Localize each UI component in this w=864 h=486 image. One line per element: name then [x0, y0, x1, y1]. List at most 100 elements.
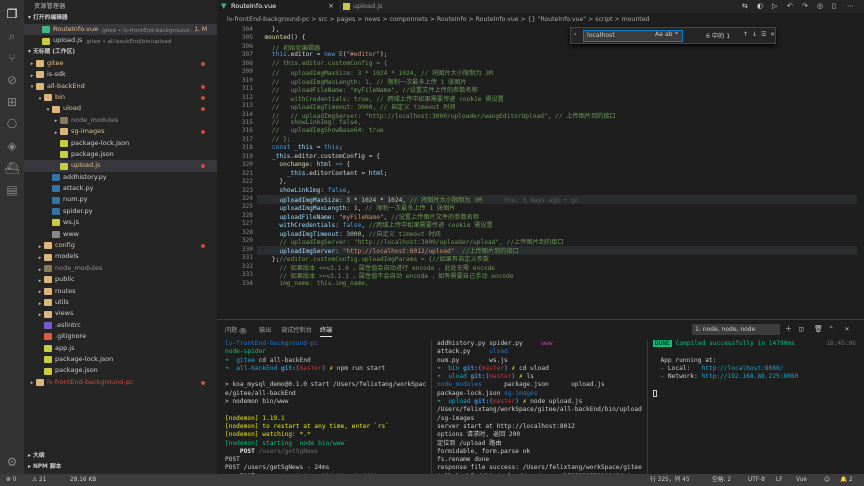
arrow-down-icon[interactable]: ↓ [752, 31, 757, 38]
arrow-up-icon[interactable]: ↑ [743, 31, 748, 38]
terminal-pane-3[interactable]: DONE Compiled successfully in 14790ms 18:… [653, 340, 858, 474]
tree-item[interactable]: ▸ gitee [24, 58, 217, 69]
tab-terminal[interactable]: 终端 [320, 325, 333, 337]
tree-item[interactable]: RouteInfo.vue gitee • lv-frontEnd-backgro… [24, 24, 217, 36]
code-line[interactable]: // this.editor.customConfig = { [257, 60, 388, 67]
run-icon[interactable]: ▷ [772, 0, 777, 13]
tab-output[interactable]: 输出 [259, 325, 271, 334]
tree-item[interactable]: upload.js gitee • all-backEnd/bin/upload [24, 35, 217, 46]
tree-item[interactable]: package.json [24, 365, 217, 376]
close-icon[interactable]: × [328, 0, 334, 13]
code-line[interactable]: }, [257, 26, 279, 33]
extensions-icon[interactable]: ⊞ [4, 94, 20, 110]
code-line[interactable]: onchange: html => { [257, 161, 350, 168]
tree-item[interactable]: .gitignore [24, 331, 217, 342]
cursor-position[interactable]: 行 325，列 45 [650, 474, 690, 486]
encoding[interactable]: UTF-8 [748, 474, 765, 486]
tree-item[interactable]: ▸ sg-images [24, 126, 217, 137]
tree-item[interactable]: ws.js [24, 217, 217, 228]
go-forward-icon[interactable]: ↷ [802, 0, 808, 13]
breadcrumb[interactable]: lv-frontEnd-background-pc > src > pages … [217, 13, 864, 26]
network-url[interactable]: http://192.168.88.225:8080 [701, 373, 798, 380]
feedback-icon[interactable]: ☺ [824, 474, 830, 486]
tree-item[interactable]: ▾ uload [24, 103, 217, 114]
database-icon[interactable]: ▤ [4, 182, 20, 198]
tree-item[interactable]: ▸ routes [24, 286, 217, 297]
tree-item[interactable]: spider.py [24, 206, 217, 217]
tree-item[interactable]: addhistory.py [24, 172, 217, 183]
selection-icon[interactable]: ☰ [761, 31, 766, 38]
line-ending[interactable]: LF [776, 474, 783, 486]
pane-divider[interactable] [647, 340, 648, 474]
remote-icon[interactable]: ⎔ [4, 116, 20, 132]
debug-icon[interactable]: ⊘ [4, 72, 20, 88]
open-changes-icon[interactable]: ◐ [757, 0, 763, 13]
code-line[interactable]: // showLinkImg: false, [257, 119, 361, 126]
split-editor-icon[interactable]: ▯ [832, 0, 836, 13]
trash-icon[interactable]: 🗑 [814, 323, 823, 336]
close-icon[interactable]: × [845, 323, 849, 336]
code-line[interactable]: }, [257, 178, 286, 185]
compare-icon[interactable]: ⇆ [742, 0, 748, 13]
add-terminal-icon[interactable]: ＋ [785, 323, 792, 336]
errors-count[interactable]: ⊗ 0 [6, 474, 16, 486]
chevron-right-icon[interactable]: › [574, 31, 576, 38]
tree-item[interactable]: num.py [24, 194, 217, 205]
search-icon[interactable]: ⌕ [4, 28, 20, 44]
tab-problems[interactable]: 问题 1 [225, 325, 247, 334]
terminal-pane-2[interactable]: addhistory.py spider.py www attack.py ulo… [437, 340, 645, 474]
tree-item[interactable]: ▸ utils [24, 297, 217, 308]
code-line[interactable]: img_name: this.img_name, [257, 280, 368, 287]
tab-debug-console[interactable]: 调试控制台 [281, 325, 312, 334]
tree-item[interactable]: package-lock.json [24, 138, 217, 149]
maximize-icon[interactable]: ⌃ [829, 323, 833, 336]
tree-item[interactable]: ▾ bin [24, 92, 217, 103]
tree-item[interactable]: app.js [24, 343, 217, 354]
code-line[interactable]: this.editor = new E("#editor"); [257, 51, 388, 58]
terminal-select[interactable]: 1: node, node, node [692, 324, 780, 335]
terminal-pane-1[interactable]: lv-frontEnd-background-pc node-spider ➜ gi… [225, 340, 429, 474]
code-editor[interactable]: 304 }, 305 mounted() {306 // 初始化编辑器 307 th… [217, 26, 864, 319]
language-mode[interactable]: Vue [796, 474, 807, 486]
code-line[interactable]: _this.editorContent = html; [257, 170, 388, 177]
code-line[interactable]: // }; [257, 136, 291, 143]
match-case-icon[interactable]: Aa [655, 31, 663, 38]
tree-item[interactable]: ▾ all-backEnd [24, 81, 217, 92]
close-icon[interactable]: × [770, 31, 775, 38]
tree-item[interactable]: ▸ node_modules [24, 115, 217, 126]
code-line[interactable]: // uploadImgShowBase64: true [257, 127, 384, 134]
tab-upload-js[interactable]: upload.js [339, 0, 419, 13]
npm-scripts-header[interactable]: ▸ NPM 脚本 [24, 462, 217, 473]
local-url[interactable]: http://localhost:8080/ [701, 365, 783, 372]
code-line[interactable]: showLinkImg: false, [257, 187, 350, 194]
tree-item[interactable]: ▸ lv-frontEnd-background-pc [24, 377, 217, 388]
source-control-icon[interactable]: ⑂ [4, 50, 20, 66]
tree-item[interactable]: ▸ node_modules [24, 263, 217, 274]
workspace-header[interactable]: ▾ 无标题 (工作区) [24, 47, 217, 58]
tree-item[interactable]: package-lock.json [24, 354, 217, 365]
docker-icon[interactable]: ⛴ [4, 160, 20, 176]
tree-item[interactable]: attack.py [24, 183, 217, 194]
go-back-icon[interactable]: ↶ [787, 0, 793, 13]
tree-item[interactable]: upload.js [24, 160, 217, 172]
tab-routeinfo-vue[interactable]: ▼ RouteInfo.vue × [217, 0, 339, 13]
whole-word-icon[interactable]: ab [665, 31, 673, 38]
code-line[interactable]: mounted() { [257, 34, 305, 41]
tree-item[interactable]: package.json [24, 149, 217, 160]
more-actions-icon[interactable]: ⋯ [847, 0, 854, 13]
tree-item[interactable]: www [24, 229, 217, 240]
code-line[interactable]: _this.editor.customConfig = { [257, 153, 380, 160]
git-icon[interactable]: ◈ [4, 138, 20, 154]
git-compare-icon[interactable]: ◎ [817, 0, 823, 13]
notifications-icon[interactable]: 🔔 2 [840, 474, 853, 486]
tree-item[interactable]: ▸ config [24, 240, 217, 251]
code-line[interactable]: const _this = this; [257, 144, 343, 151]
settings-gear-icon[interactable]: ⚙ [4, 454, 20, 470]
tree-item[interactable]: ▸ public [24, 274, 217, 285]
regex-icon[interactable]: * [675, 31, 678, 38]
tree-item[interactable]: ▸ models [24, 251, 217, 262]
split-terminal-icon[interactable]: ◫ [799, 323, 803, 336]
tree-item[interactable]: ▸ is-sdk [24, 69, 217, 80]
tree-item[interactable]: .eslintrc [24, 320, 217, 331]
indentation[interactable]: 空格: 2 [712, 474, 731, 486]
